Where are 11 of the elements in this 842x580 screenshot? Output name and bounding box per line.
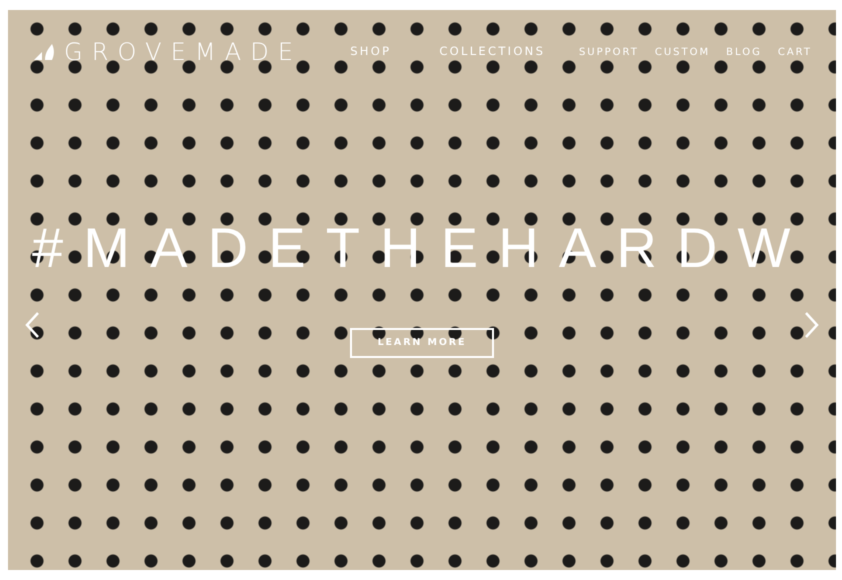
nav-link[interactable]: COLLECTIONS: [439, 43, 546, 61]
previous-slide-icon[interactable]: [24, 311, 40, 340]
utility-link[interactable]: SUPPORT: [578, 44, 639, 60]
utility-link[interactable]: BLOG: [726, 44, 762, 60]
hero-heading: #MADETHEHARDW: [31, 220, 812, 276]
nav-link[interactable]: SHOP: [350, 43, 392, 61]
learn-more-button[interactable]: LEARN MORE: [350, 328, 494, 358]
brand-name: GROVEMADE: [64, 37, 302, 68]
leaf-logo-icon: [32, 42, 56, 62]
utility-link[interactable]: CART: [778, 44, 812, 60]
utility-link[interactable]: CUSTOM: [654, 44, 710, 60]
